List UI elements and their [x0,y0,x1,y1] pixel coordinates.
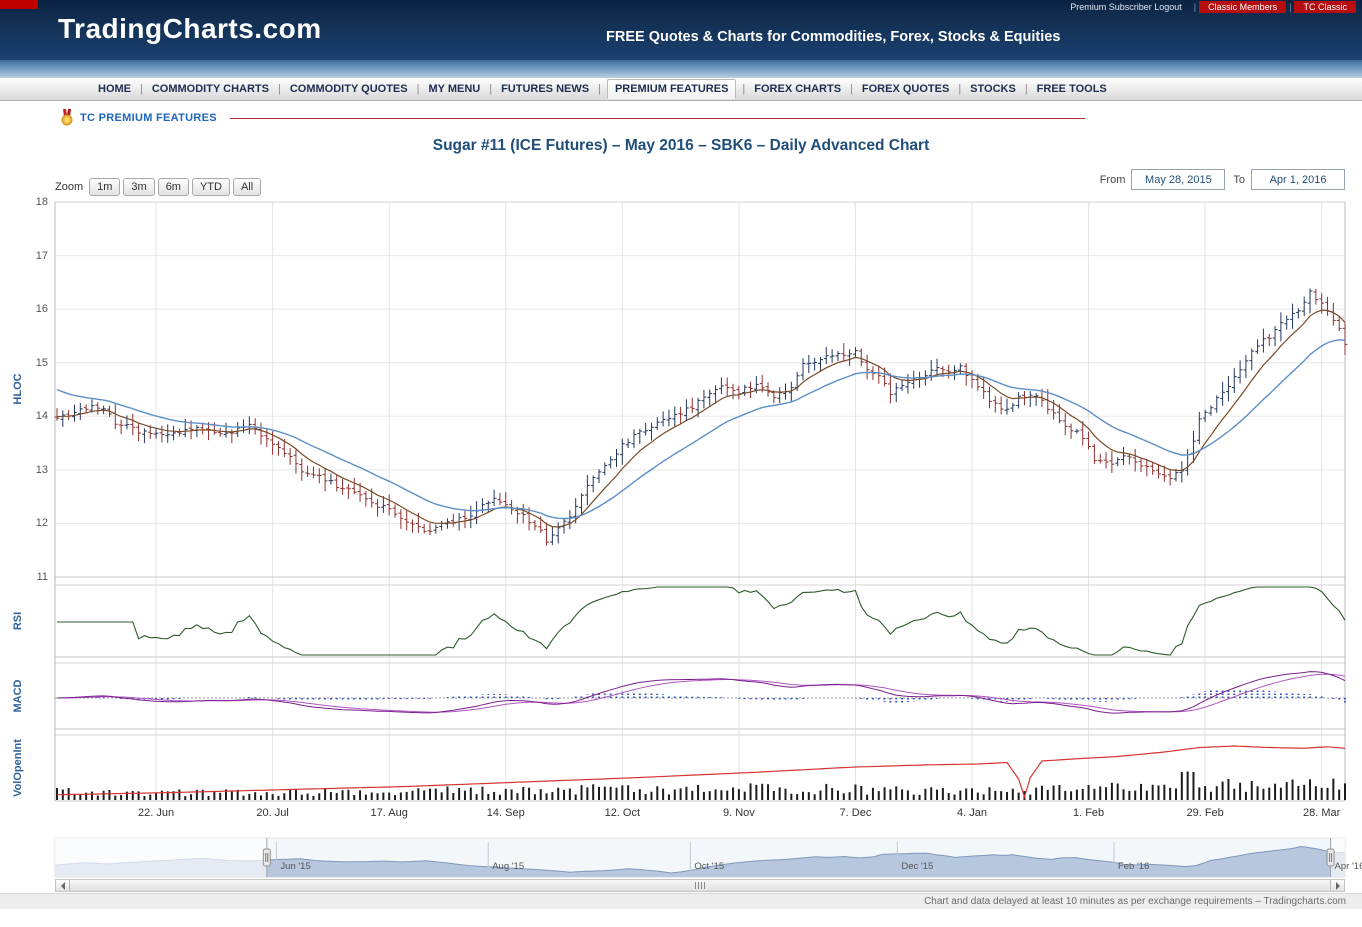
topbar-link-premium-subscriber-logout[interactable]: Premium Subscriber Logout [1061,1,1191,13]
nav-item-stocks[interactable]: STOCKS [967,82,1019,96]
x-axis-tick-label: 28. Mar [1290,807,1354,819]
y-axis-tick-label: 17 [16,250,48,262]
chart-scrollbar[interactable] [55,879,1345,892]
nav-separator: | [1025,83,1028,95]
nav-month-label: Oct '15 [694,861,724,872]
x-axis-tick-label: 1. Feb [1057,807,1121,819]
y-axis-tick-label: 16 [16,303,48,315]
nav-separator: | [140,83,143,95]
main-nav: HOME | COMMODITY CHARTS | COMMODITY QUOTES | M… [0,78,1362,101]
premium-bar: TC PREMIUM FEATURES [0,102,1362,133]
nav-item-my-menu[interactable]: MY MENU [425,82,483,96]
y-axis-tick-label: 13 [16,464,48,476]
from-date-input[interactable] [1131,169,1225,190]
nav-item-free-tools[interactable]: FREE TOOLS [1034,82,1110,96]
zoom-button-all[interactable]: All [233,178,261,196]
chart-title: Sugar #11 (ICE Futures) – May 2016 – SBK… [0,137,1362,155]
scrollbar-thumb[interactable] [69,880,1331,891]
date-range-controls: From To [1100,169,1345,190]
volopenint-axis-label: VolOpenInt [12,739,24,797]
navigator-left-handle[interactable] [263,849,270,866]
zoom-button-ytd[interactable]: YTD [192,178,230,196]
topbar-link-classic-members[interactable]: Classic Members [1199,1,1286,13]
nav-month-label: Apr '16 [1335,861,1362,872]
x-axis-tick-label: 7. Dec [823,807,887,819]
x-axis-tick-label: 4. Jan [940,807,1004,819]
hloc-axis-label: HLOC [12,373,24,404]
nav-separator: | [598,83,601,95]
nav-separator: | [417,83,420,95]
x-axis-tick-label: 22. Jun [124,807,188,819]
x-axis-tick-label: 14. Sep [474,807,538,819]
nav-item-premium-features[interactable]: PREMIUM FEATURES [607,79,736,99]
y-axis-tick-label: 15 [16,357,48,369]
x-axis-tick-label: 9. Nov [707,807,771,819]
premium-medal-icon [60,109,74,131]
nav-separator: | [278,83,281,95]
topbar-links: Premium Subscriber Logout|Classic Member… [1061,0,1356,14]
y-axis-tick-label: 12 [16,517,48,529]
x-axis-tick-label: 29. Feb [1173,807,1237,819]
nav-item-home[interactable]: HOME [95,82,134,96]
scrollbar-left-arrow-icon[interactable] [56,880,70,891]
zoom-button-6m[interactable]: 6m [158,178,189,196]
x-axis-tick-label: 17. Aug [357,807,421,819]
y-axis-tick-label: 14 [16,410,48,422]
topbar-separator: | [1194,2,1196,12]
nav-separator: | [489,83,492,95]
nav-month-label: Dec '15 [901,861,933,872]
macd-axis-label: MACD [12,680,24,713]
nav-month-label: Jun '15 [280,861,310,872]
nav-item-forex-charts[interactable]: FOREX CHARTS [751,82,844,96]
x-axis-tick-label: 20. Jul [241,807,305,819]
site-tagline: FREE Quotes & Charts for Commodities, Fo… [606,29,1060,45]
from-label: From [1100,174,1126,186]
topbar-left-accent [0,0,38,9]
y-axis-tick-label: 18 [16,196,48,208]
nav-item-forex-quotes[interactable]: FOREX QUOTES [859,82,952,96]
scrollbar-right-arrow-icon[interactable] [1330,880,1344,891]
nav-item-commodity-quotes[interactable]: COMMODITY QUOTES [287,82,411,96]
nav-separator: | [850,83,853,95]
nav-month-label: Aug '15 [492,861,524,872]
to-label: To [1233,174,1245,186]
x-axis-tick-label: 12. Oct [590,807,654,819]
zoom-button-1m[interactable]: 1m [89,178,120,196]
premium-features-label[interactable]: TC PREMIUM FEATURES [80,112,217,124]
nav-month-label: Feb '16 [1118,861,1149,872]
scrollbar-grip-icon [695,882,705,889]
nav-separator: | [958,83,961,95]
footer: Chart and data delayed at least 10 minut… [0,893,1362,909]
topbar-link-tc-classic[interactable]: TC Classic [1294,1,1356,13]
navigator-right-handle[interactable] [1327,849,1334,866]
zoom-label: Zoom [55,181,83,193]
zoom-buttons: 1m3m6mYTDAll [89,177,264,196]
zoom-controls: Zoom 1m3m6mYTDAll [55,177,264,196]
rsi-axis-label: RSI [12,612,24,630]
disclaimer-text: Chart and data delayed at least 10 minut… [924,896,1346,907]
nav-item-commodity-charts[interactable]: COMMODITY CHARTS [149,82,272,96]
nav-separator: | [742,83,745,95]
zoom-button-3m[interactable]: 3m [123,178,154,196]
nav-item-futures-news[interactable]: FUTURES NEWS [498,82,592,96]
to-date-input[interactable] [1251,169,1345,190]
site-logo[interactable]: TradingCharts.com [58,13,322,45]
premium-divider-line [230,118,1085,119]
topbar-separator: | [1289,2,1291,12]
y-axis-tick-label: 11 [16,571,48,583]
